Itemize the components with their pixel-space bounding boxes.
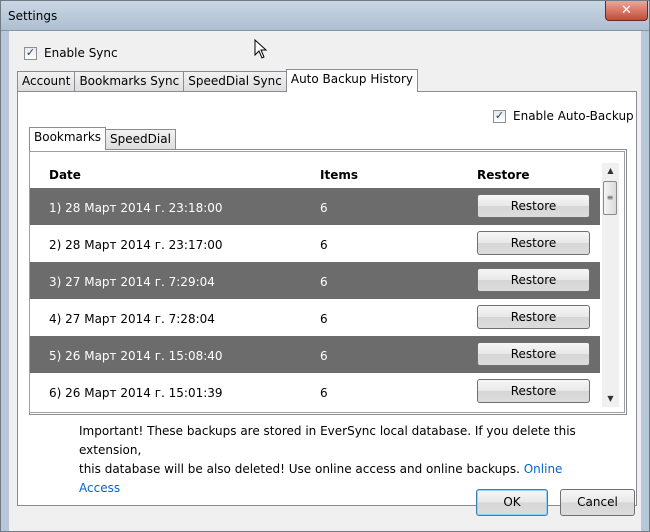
table-row: 1) 28 Март 2014 г. 23:18:00 6 Restore	[30, 188, 600, 225]
tab-account[interactable]: Account	[17, 71, 76, 92]
restore-button[interactable]: Restore	[477, 305, 590, 329]
row-items: 6	[320, 312, 328, 326]
checkmark-icon: ✓	[494, 108, 505, 122]
row-date: 1) 28 Март 2014 г. 23:18:00	[49, 201, 223, 215]
tab-auto-backup-history[interactable]: Auto Backup History	[285, 69, 419, 92]
scrollbar-thumb[interactable]: ≡	[603, 181, 617, 215]
main-tabs: Account Bookmarks Sync SpeedDial Sync Au…	[17, 69, 419, 92]
row-date: 4) 27 Март 2014 г. 7:28:04	[49, 312, 215, 326]
mouse-cursor-icon	[254, 39, 268, 59]
table-row: 6) 26 Март 2014 г. 15:01:39 6 Restore	[30, 373, 600, 410]
table-scrollbar[interactable]: ▲ ≡ ▼	[602, 163, 619, 407]
tab-speeddial-sync[interactable]: SpeedDial Sync	[183, 71, 287, 92]
tab-bookmarks-sync[interactable]: Bookmarks Sync	[74, 71, 185, 92]
column-header-restore: Restore	[477, 168, 530, 182]
table-row: 4) 27 Март 2014 г. 7:28:04 6 Restore	[30, 299, 600, 336]
enable-sync-label: Enable Sync	[44, 46, 118, 60]
row-items: 6	[320, 349, 328, 363]
notice-line-2-text: this database will be also deleted! Use …	[79, 462, 520, 476]
row-items: 6	[320, 238, 328, 252]
close-button[interactable]: ✕	[605, 1, 648, 21]
window-frame-right	[641, 31, 649, 531]
subtab-speeddial[interactable]: SpeedDial	[105, 129, 176, 150]
enable-auto-backup-label: Enable Auto-Backup	[513, 109, 634, 123]
table-row: 2) 28 Март 2014 г. 23:17:00 6 Restore	[30, 225, 600, 262]
row-date: 3) 27 Март 2014 г. 7:29:04	[49, 275, 215, 289]
row-items: 6	[320, 386, 328, 400]
restore-button[interactable]: Restore	[477, 231, 590, 255]
cancel-button[interactable]: Cancel	[560, 489, 635, 516]
scroll-up-arrow-icon[interactable]: ▲	[602, 163, 619, 178]
checkmark-icon: ✓	[25, 45, 36, 59]
restore-button[interactable]: Restore	[477, 268, 590, 292]
scroll-down-arrow-icon[interactable]: ▼	[602, 391, 619, 406]
window-frame-left	[1, 31, 9, 531]
restore-button[interactable]: Restore	[477, 342, 590, 366]
row-items: 6	[320, 275, 328, 289]
backup-history-table: Date Items Restore 1) 28 Март 2014 г. 23…	[29, 151, 625, 413]
table-header: Date Items Restore	[30, 152, 610, 188]
dialog-client-area: ✓ Enable Sync Account Bookmarks Sync Spe…	[9, 31, 641, 525]
row-items: 6	[320, 201, 328, 215]
row-date: 6) 26 Март 2014 г. 15:01:39	[49, 386, 223, 400]
notice-line-1: Important! These backups are stored in E…	[79, 424, 576, 457]
window-title: Settings	[8, 9, 58, 23]
row-date: 5) 26 Март 2014 г. 15:08:40	[49, 349, 223, 363]
table-row: 3) 27 Март 2014 г. 7:29:04 6 Restore	[30, 262, 600, 299]
settings-window: Settings ✕ ✓ Enable Sync Account Bookmar…	[0, 0, 650, 532]
column-header-items: Items	[320, 168, 358, 182]
enable-sync-checkbox[interactable]: ✓	[24, 45, 37, 60]
title-bar[interactable]: Settings ✕	[1, 1, 649, 31]
backup-notice: Important! These backups are stored in E…	[79, 422, 599, 498]
subtab-bookmarks[interactable]: Bookmarks	[29, 127, 107, 150]
backup-sub-tabs: Bookmarks SpeedDial	[29, 127, 176, 150]
enable-sync-checkbox-row[interactable]: ✓ Enable Sync	[24, 46, 118, 60]
ok-button[interactable]: OK	[476, 489, 548, 516]
table-row: 5) 26 Март 2014 г. 15:08:40 6 Restore	[30, 336, 600, 373]
restore-button[interactable]: Restore	[477, 379, 590, 403]
column-header-date: Date	[49, 168, 81, 182]
row-date: 2) 28 Март 2014 г. 23:17:00	[49, 238, 223, 252]
enable-auto-backup-checkbox-row[interactable]: ✓ Enable Auto-Backup	[493, 109, 634, 123]
enable-auto-backup-checkbox[interactable]: ✓	[493, 108, 506, 123]
restore-button[interactable]: Restore	[477, 194, 590, 218]
